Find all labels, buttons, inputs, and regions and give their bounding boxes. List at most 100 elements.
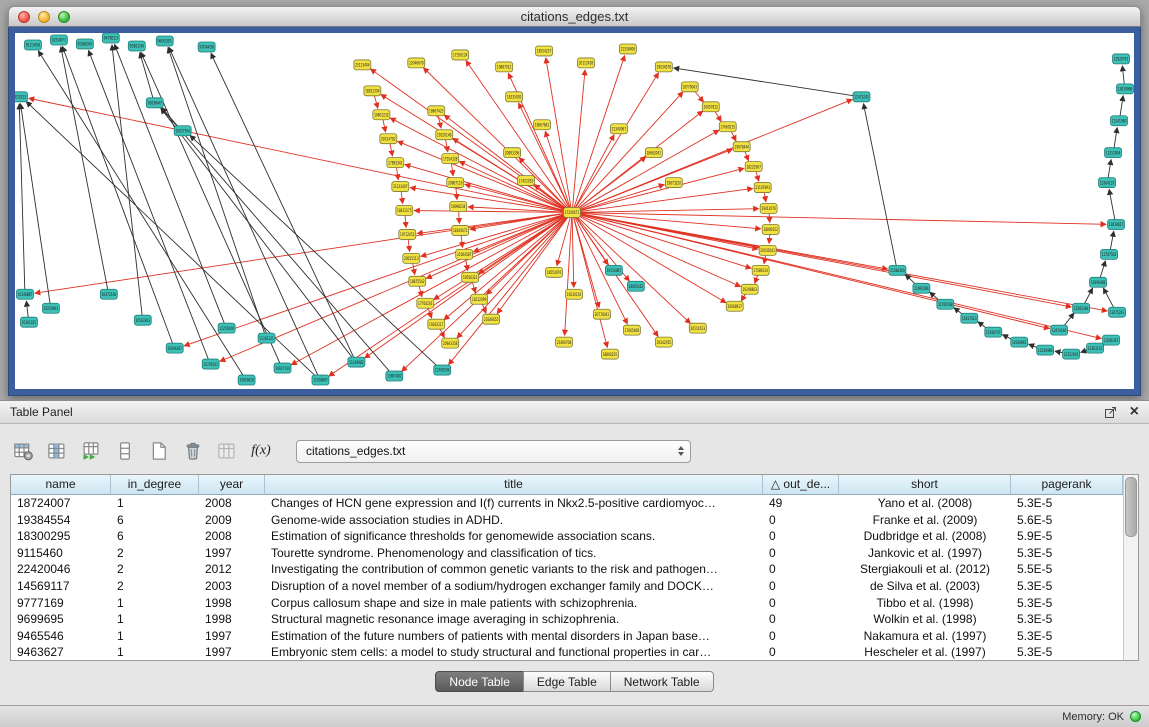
network-edge[interactable] [162,108,179,128]
delete-column-button[interactable] [180,438,206,464]
tab-network-table[interactable]: Network Table [610,671,714,692]
network-edge[interactable] [62,47,173,345]
table-row[interactable]: 969969511998Structural magnetic resonanc… [11,611,1123,628]
network-node[interactable]: 9254871 [50,35,67,45]
column-header-year[interactable]: year [199,475,265,495]
network-node[interactable]: 9693301 [156,36,173,46]
network-node[interactable]: 18112099 [471,294,488,304]
network-edge[interactable] [20,104,50,305]
network-node[interactable]: 19712052 [399,229,416,239]
column-header-title[interactable]: title [265,475,763,495]
network-node[interactable]: 20015113 [403,253,420,263]
network-node[interactable]: 18065432 [627,281,644,291]
network-node[interactable]: 13030866 [1117,84,1134,94]
network-edge[interactable] [573,216,607,347]
network-node[interactable]: 19978444 [733,142,750,152]
table-settings-button[interactable] [10,438,36,464]
table-row[interactable]: 977716911998Corpus callosum shape and si… [11,595,1123,612]
network-node[interactable]: 21558406 [619,44,636,54]
network-edge[interactable] [401,191,403,204]
network-node[interactable]: 18890152 [762,224,779,234]
float-panel-button[interactable] [1104,405,1118,419]
network-node[interactable]: 11149982 [348,357,365,367]
network-node[interactable]: 19034578 [655,62,672,72]
network-edge[interactable] [413,262,415,274]
network-edge[interactable] [576,157,646,210]
network-node[interactable]: 18667423 [428,106,445,116]
network-node[interactable]: 13141980 [1111,116,1128,126]
close-panel-button[interactable]: × [1130,404,1139,420]
network-node[interactable]: 13364129 [1099,178,1116,188]
network-edge[interactable] [445,139,447,152]
network-edge[interactable] [169,47,318,376]
network-edge[interactable] [329,215,568,376]
network-node[interactable]: 21107893 [754,183,771,193]
network-node[interactable]: 13475243 [1109,307,1126,317]
network-edge[interactable] [451,163,453,176]
network-node[interactable]: 9704458 [198,42,215,52]
network-node[interactable]: 18431275 [396,206,413,216]
network-node[interactable]: 10472148 [100,289,117,299]
table-row[interactable]: 946362711997Embryonic stem cells: a mode… [11,644,1123,660]
zoom-window-button[interactable] [58,11,70,23]
network-node[interactable]: 18223567 [745,162,762,172]
network-window-titlebar[interactable]: citations_edges.txt [8,6,1141,27]
network-node[interactable]: 13697482 [386,371,403,381]
network-node[interactable]: 17356124 [452,50,469,60]
network-node[interactable]: 18345672 [452,225,469,235]
table-row[interactable]: 1830029562008Estimation of significance … [11,528,1123,545]
network-node[interactable]: 11817623 [961,313,978,323]
network-node[interactable]: 11584360 [889,265,906,275]
network-node[interactable]: 20668917 [726,301,743,311]
network-node[interactable]: 10927744 [274,363,291,373]
network-edge[interactable] [577,209,759,213]
network-node[interactable]: 17665408 [623,325,640,335]
minimize-window-button[interactable] [38,11,50,23]
network-edge[interactable] [408,238,410,251]
network-edge[interactable] [461,234,463,247]
network-edge[interactable] [1084,288,1093,305]
network-node[interactable]: 12252001 [1063,349,1080,359]
network-node[interactable]: 13253004 [1105,148,1122,158]
tab-node-table[interactable]: Node Table [435,671,524,692]
network-edge[interactable] [577,99,853,211]
network-edge[interactable] [115,44,225,324]
network-edge[interactable] [390,118,567,211]
network-node[interactable]: 19887012 [496,62,513,72]
network-node[interactable]: 10694387 [166,343,183,353]
network-edge[interactable] [577,213,1106,225]
network-node[interactable]: 19342765 [655,337,672,347]
network-edge[interactable] [396,167,398,180]
network-node[interactable]: 10816626 [238,375,255,385]
column-header-pagerank[interactable]: pagerank [1011,475,1123,495]
network-node[interactable]: 10259901 [42,303,59,313]
column-chooser-button[interactable] [44,438,70,464]
network-edge[interactable] [764,191,766,201]
network-node[interactable]: 9815523 [15,92,27,102]
network-edge[interactable] [291,214,567,364]
network-node[interactable]: 18812304 [364,86,381,96]
network-edge[interactable] [26,301,28,318]
table-row[interactable]: 1872400712008Changes of HCN gene express… [11,495,1123,512]
network-node[interactable]: 11362121 [258,333,275,343]
network-node[interactable]: 21004587 [456,249,473,259]
tab-edge-table[interactable]: Edge Table [523,671,611,692]
network-edge[interactable] [35,213,567,293]
network-edge[interactable] [472,281,475,293]
network-edge[interactable] [1108,160,1111,179]
network-node[interactable]: 11473245 [853,92,870,102]
network-canvas[interactable]: 1724047125123404188123041960123220154782… [15,33,1134,389]
network-node[interactable]: 12707502 [1101,249,1118,259]
network-node[interactable]: 17893341 [387,158,404,168]
network-edge[interactable] [89,50,209,360]
network-edge[interactable] [211,53,354,358]
network-node[interactable]: 12929741 [1113,54,1130,64]
network-node[interactable]: 19556321 [462,272,479,282]
network-node[interactable]: 10705501 [202,359,219,369]
network-node[interactable]: 17589234 [752,265,769,275]
network-edge[interactable] [769,233,770,243]
table-row[interactable]: 911546021997Tourette syndrome. Phenomeno… [11,545,1123,562]
table-selector-dropdown[interactable]: citations_edges.txt [296,440,691,463]
network-node[interactable]: 20943358 [442,338,459,348]
network-node[interactable]: 9478113 [102,33,119,43]
